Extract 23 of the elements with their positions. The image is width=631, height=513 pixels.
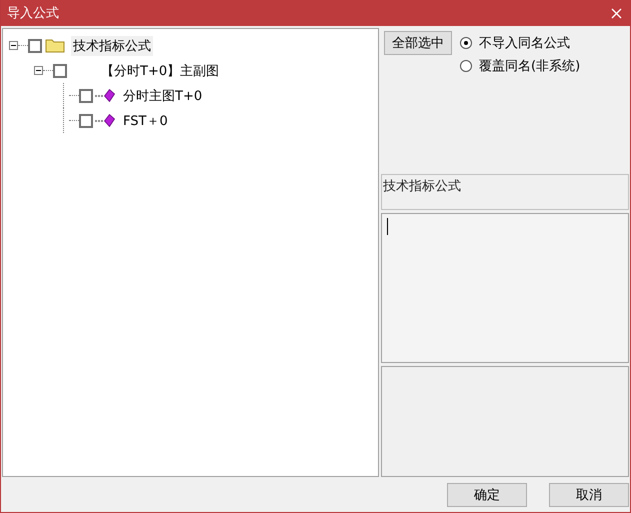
tree-item-label[interactable]: 【分时T+0】主副图 (99, 60, 222, 80)
dialog-button[interactable]: 取消 (549, 482, 629, 506)
radio-button[interactable] (460, 37, 472, 49)
folder-icon (45, 38, 65, 53)
select-all-button[interactable]: 全部选中 (384, 31, 452, 55)
dialog-button[interactable]: 确定 (447, 482, 527, 506)
diamond-icon (104, 89, 115, 102)
checkbox[interactable] (79, 88, 93, 102)
checkbox[interactable] (53, 64, 67, 78)
tree-item-label[interactable]: 分时主图T+0 (121, 86, 204, 106)
radio-label: 不导入同名公式 (479, 35, 570, 52)
checkbox[interactable] (79, 114, 93, 128)
radio-label: 覆盖同名(非系统) (479, 58, 580, 75)
category-label: 技术指标公式 (381, 174, 629, 210)
window-title: 导入公式 (7, 5, 59, 22)
diamond-icon (104, 114, 115, 127)
tree-item-label[interactable]: FST＋0 (121, 110, 170, 130)
checkbox[interactable] (28, 38, 42, 52)
expander-icon[interactable] (34, 66, 43, 75)
expander-icon[interactable] (9, 41, 18, 50)
tree-item-label[interactable]: 技术指标公式 (71, 36, 153, 56)
close-icon[interactable] (611, 8, 622, 18)
radio-button[interactable] (460, 60, 472, 72)
